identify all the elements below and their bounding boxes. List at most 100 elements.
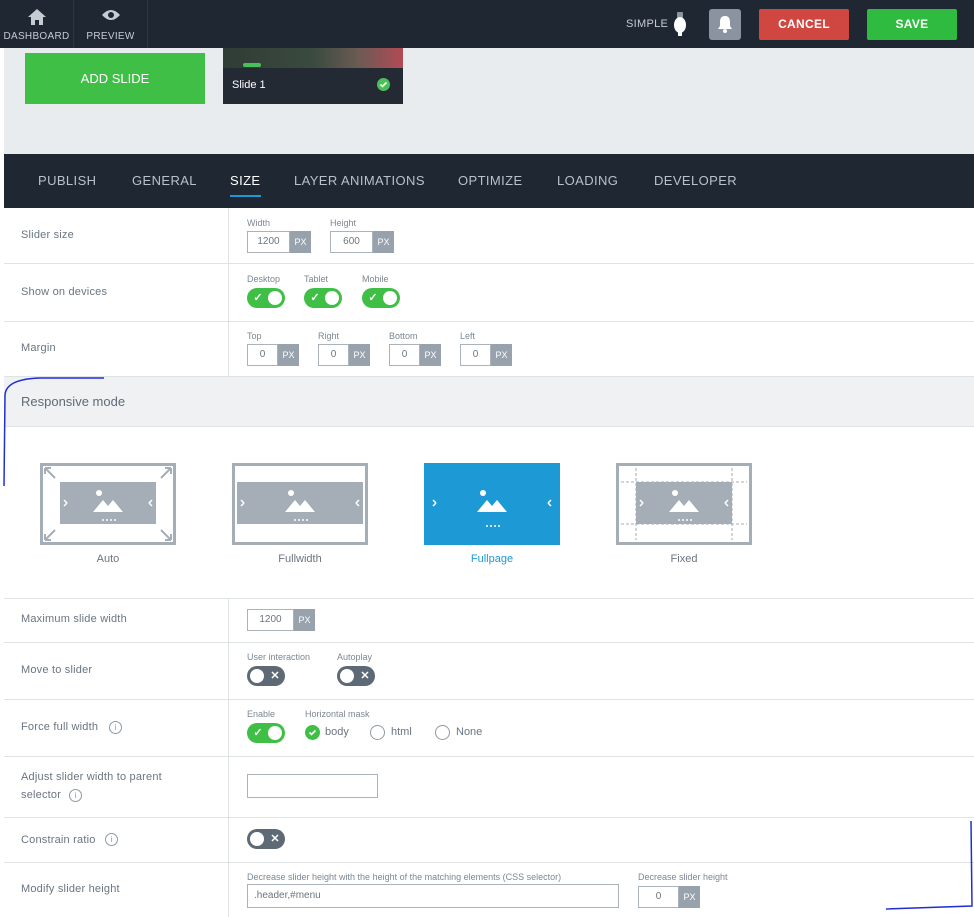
max-slide-width-unit: PX — [294, 609, 315, 631]
max-slide-width-label: Maximum slide width — [21, 613, 127, 625]
css-selector-input[interactable]: .header,#menu — [247, 884, 619, 908]
notifications-button[interactable] — [709, 9, 741, 40]
width-input[interactable]: 1200 — [247, 231, 290, 253]
slider-size-label: Slider size — [21, 229, 74, 241]
fullwidth-mode-icon — [237, 482, 363, 524]
height-label: Height — [330, 218, 357, 228]
tablet-toggle[interactable]: ✓ — [304, 288, 342, 308]
margin-bottom-input[interactable]: 0 — [389, 344, 420, 366]
css-selector-label: Decrease slider height with the height o… — [247, 872, 562, 882]
responsive-mode-header: Responsive mode — [4, 377, 974, 427]
info-icon[interactable]: i — [105, 833, 118, 846]
mobile-label: Mobile — [362, 274, 389, 284]
preview-label: PREVIEW — [86, 31, 135, 42]
move-to-slider-row: Move to slider User interaction ✕ Autopl… — [4, 643, 974, 700]
info-icon[interactable]: i — [109, 721, 122, 734]
margin-row: Margin Top 0 PX Right 0 PX Bottom 0 PX L… — [4, 322, 974, 377]
tab-publish[interactable]: PUBLISH — [38, 173, 96, 188]
mask-html-radio[interactable] — [370, 725, 385, 740]
mask-none-label: None — [456, 726, 483, 738]
check-icon — [377, 78, 390, 91]
max-slide-width-row: Maximum slide width 1200 PX — [4, 599, 974, 643]
mode-fullpage-option[interactable] — [424, 463, 560, 545]
fixed-mode-icon — [621, 468, 747, 540]
slide-thumbnail[interactable]: Slide 1 — [223, 48, 403, 104]
add-slide-button[interactable]: ADD SLIDE — [25, 53, 205, 104]
tab-layer-animations[interactable]: LAYER ANIMATIONS — [294, 173, 425, 188]
slide-preview-image — [223, 48, 403, 68]
mode-fullwidth-option[interactable] — [232, 463, 368, 545]
parent-selector-input[interactable] — [247, 774, 378, 798]
desktop-toggle[interactable]: ✓ — [247, 288, 285, 308]
height-unit: PX — [373, 231, 394, 253]
auto-mode-icon — [44, 467, 172, 541]
info-icon[interactable]: i — [69, 789, 82, 802]
margin-top-label: Top — [247, 331, 262, 341]
width-label: Width — [247, 218, 271, 228]
autoplay-toggle[interactable]: ✕ — [337, 666, 375, 686]
mode-auto-label: Auto — [96, 553, 120, 565]
tab-optimize[interactable]: OPTIMIZE — [458, 173, 523, 188]
dashboard-label: DASHBOARD — [3, 31, 70, 42]
constrain-ratio-row: Constrain ratio i ✕ — [4, 818, 974, 863]
margin-left-unit: PX — [491, 344, 512, 366]
preview-button[interactable]: PREVIEW — [74, 0, 148, 48]
tab-developer[interactable]: DEVELOPER — [654, 173, 737, 188]
simple-mode-label: SIMPLE — [626, 18, 669, 30]
mode-fullwidth-label: Fullwidth — [278, 553, 322, 565]
decrease-height-label: Decrease slider height — [638, 872, 728, 882]
mask-none-radio[interactable] — [435, 725, 450, 740]
fullpage-mode-icon — [432, 490, 552, 527]
user-interaction-label: User interaction — [247, 652, 311, 662]
adjust-width-label-line2: selector — [21, 789, 62, 801]
tab-size[interactable]: SIZE — [230, 173, 261, 197]
max-slide-width-input[interactable]: 1200 — [247, 609, 294, 631]
margin-bottom-label: Bottom — [389, 331, 418, 341]
user-interaction-toggle[interactable]: ✕ — [247, 666, 285, 686]
eye-icon — [74, 8, 147, 26]
autoplay-label: Autoplay — [337, 652, 373, 662]
margin-left-label: Left — [460, 331, 476, 341]
mode-fullpage-label: Fullpage — [470, 553, 514, 565]
margin-left-input[interactable]: 0 — [460, 344, 491, 366]
modify-height-row: Modify slider height Decrease slider hei… — [4, 863, 974, 917]
force-full-width-row: Force full width i Enable ✓ Horizontal m… — [4, 700, 974, 757]
decrease-height-input[interactable]: 0 — [638, 886, 679, 908]
tab-general[interactable]: GENERAL — [132, 173, 197, 188]
margin-top-unit: PX — [278, 344, 299, 366]
modify-height-label: Modify slider height — [21, 883, 120, 895]
mask-body-label: body — [325, 726, 349, 738]
force-full-width-toggle[interactable]: ✓ — [247, 723, 285, 743]
desktop-label: Desktop — [247, 274, 281, 284]
decrease-height-unit: PX — [679, 886, 700, 908]
show-on-devices-label: Show on devices — [21, 286, 108, 298]
mask-body-radio[interactable] — [305, 725, 320, 740]
margin-right-label: Right — [318, 331, 340, 341]
cancel-button[interactable]: CANCEL — [759, 9, 849, 40]
mobile-toggle[interactable]: ✓ — [362, 288, 400, 308]
constrain-ratio-toggle[interactable]: ✕ — [247, 829, 285, 849]
mode-toggle-bulb-icon[interactable] — [674, 12, 686, 36]
responsive-mode-options: Auto Fullwidth Fullpage Fixed — [4, 427, 974, 599]
adjust-width-label-line1: Adjust slider width to parent — [21, 771, 162, 783]
width-unit: PX — [290, 231, 311, 253]
responsive-mode-title: Responsive mode — [21, 394, 126, 409]
mode-fixed-label: Fixed — [670, 553, 698, 565]
tablet-label: Tablet — [304, 274, 329, 284]
mode-auto-option[interactable] — [40, 463, 176, 545]
margin-top-input[interactable]: 0 — [247, 344, 278, 366]
save-button[interactable]: SAVE — [867, 9, 957, 40]
dashboard-button[interactable]: DASHBOARD — [0, 0, 74, 48]
show-on-devices-row: Show on devices Desktop ✓ Tablet ✓ Mobil… — [4, 264, 974, 322]
tab-loading[interactable]: LOADING — [557, 173, 618, 188]
bell-icon — [718, 16, 732, 33]
margin-label: Margin — [21, 342, 56, 354]
margin-right-input[interactable]: 0 — [318, 344, 349, 366]
move-to-slider-label: Move to slider — [21, 664, 93, 676]
mode-fixed-option[interactable] — [616, 463, 752, 545]
top-bar: DASHBOARD PREVIEW SIMPLE CANCEL SAVE — [0, 0, 974, 48]
force-full-width-label: Force full width — [21, 721, 99, 733]
margin-bottom-unit: PX — [420, 344, 441, 366]
home-icon — [0, 8, 73, 26]
height-input[interactable]: 600 — [330, 231, 373, 253]
